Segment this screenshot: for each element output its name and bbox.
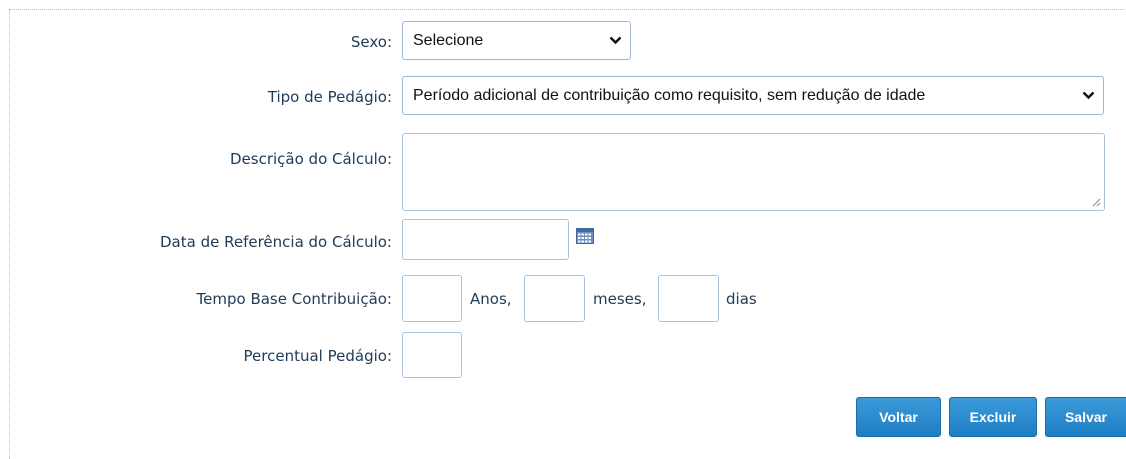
sexo-label: Sexo: xyxy=(350,33,392,51)
salvar-button[interactable]: Salvar xyxy=(1045,397,1126,437)
percentual-input[interactable] xyxy=(402,332,462,378)
chevron-down-icon xyxy=(1081,77,1095,114)
sexo-select-value: Selecione xyxy=(413,32,484,49)
meses-input[interactable] xyxy=(524,275,585,322)
meses-label: meses, xyxy=(593,290,647,308)
tipo-pedagio-label: Tipo de Pedágio: xyxy=(267,88,392,106)
dias-input[interactable] xyxy=(658,275,719,322)
tempo-base-label: Tempo Base Contribuição: xyxy=(196,290,392,308)
data-referencia-label: Data de Referência do Cálculo: xyxy=(160,233,392,251)
calendar-icon[interactable] xyxy=(576,228,594,244)
dias-label: dias xyxy=(726,290,757,308)
excluir-button[interactable]: Excluir xyxy=(949,397,1037,437)
tipo-pedagio-select[interactable]: Período adicional de contribuição como r… xyxy=(402,76,1104,115)
descricao-label: Descrição do Cálculo: xyxy=(229,150,392,168)
resize-handle-icon[interactable] xyxy=(1091,197,1101,207)
tipo-pedagio-select-value: Período adicional de contribuição como r… xyxy=(413,87,926,104)
anos-input[interactable] xyxy=(402,275,462,322)
data-referencia-input[interactable] xyxy=(402,219,569,260)
percentual-label: Percentual Pedágio: xyxy=(243,347,392,365)
voltar-button[interactable]: Voltar xyxy=(856,397,941,437)
descricao-textarea[interactable] xyxy=(402,133,1105,211)
sexo-select[interactable]: Selecione xyxy=(402,21,631,60)
chevron-down-icon xyxy=(608,22,622,59)
anos-label: Anos, xyxy=(470,290,512,308)
